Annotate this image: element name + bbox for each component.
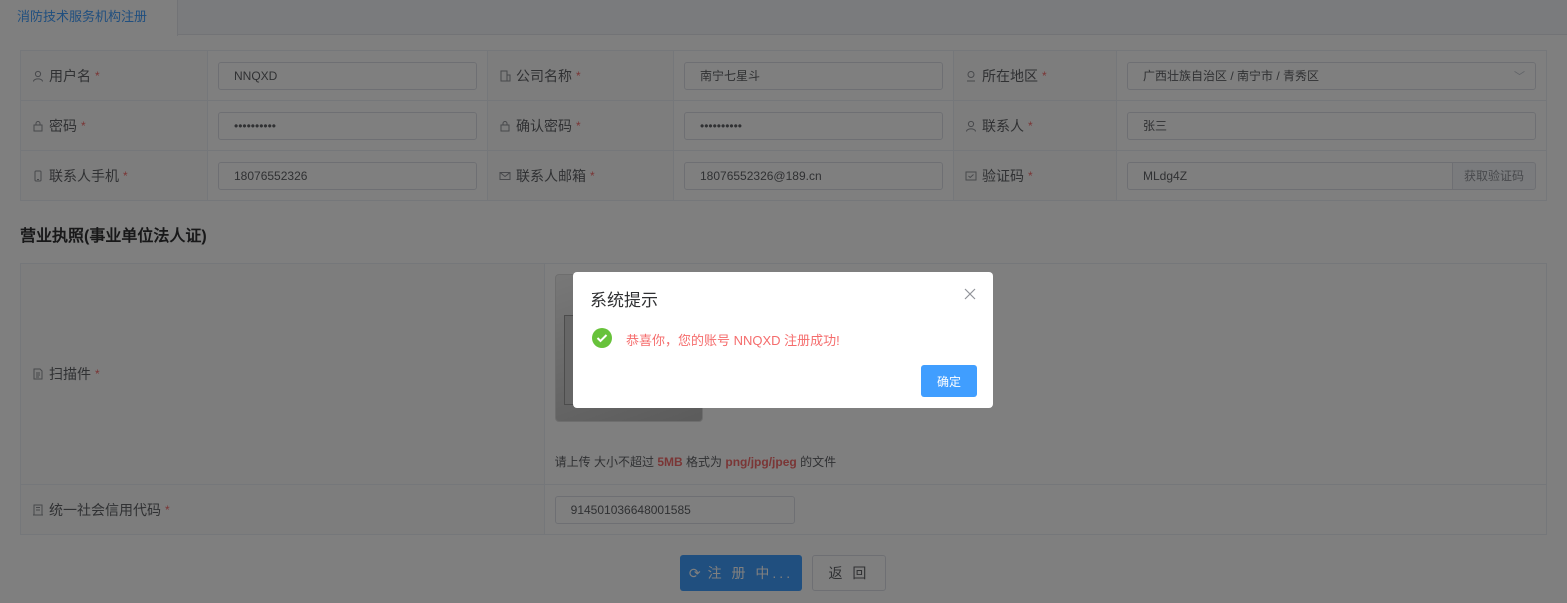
close-icon[interactable] — [964, 287, 976, 305]
dialog-message: 恭喜你，您的账号 NNQXD 注册成功! — [626, 333, 840, 348]
confirm-button[interactable]: 确定 — [921, 365, 977, 397]
system-dialog: 系统提示 恭喜你，您的账号 NNQXD 注册成功! 确定 — [573, 272, 993, 408]
dialog-title: 系统提示 — [590, 291, 658, 310]
registration-page: 消防技术服务机构注册 用户名* NNQXD 公司名称* 南宁七星斗 — [0, 0, 1567, 603]
success-icon — [592, 328, 612, 348]
